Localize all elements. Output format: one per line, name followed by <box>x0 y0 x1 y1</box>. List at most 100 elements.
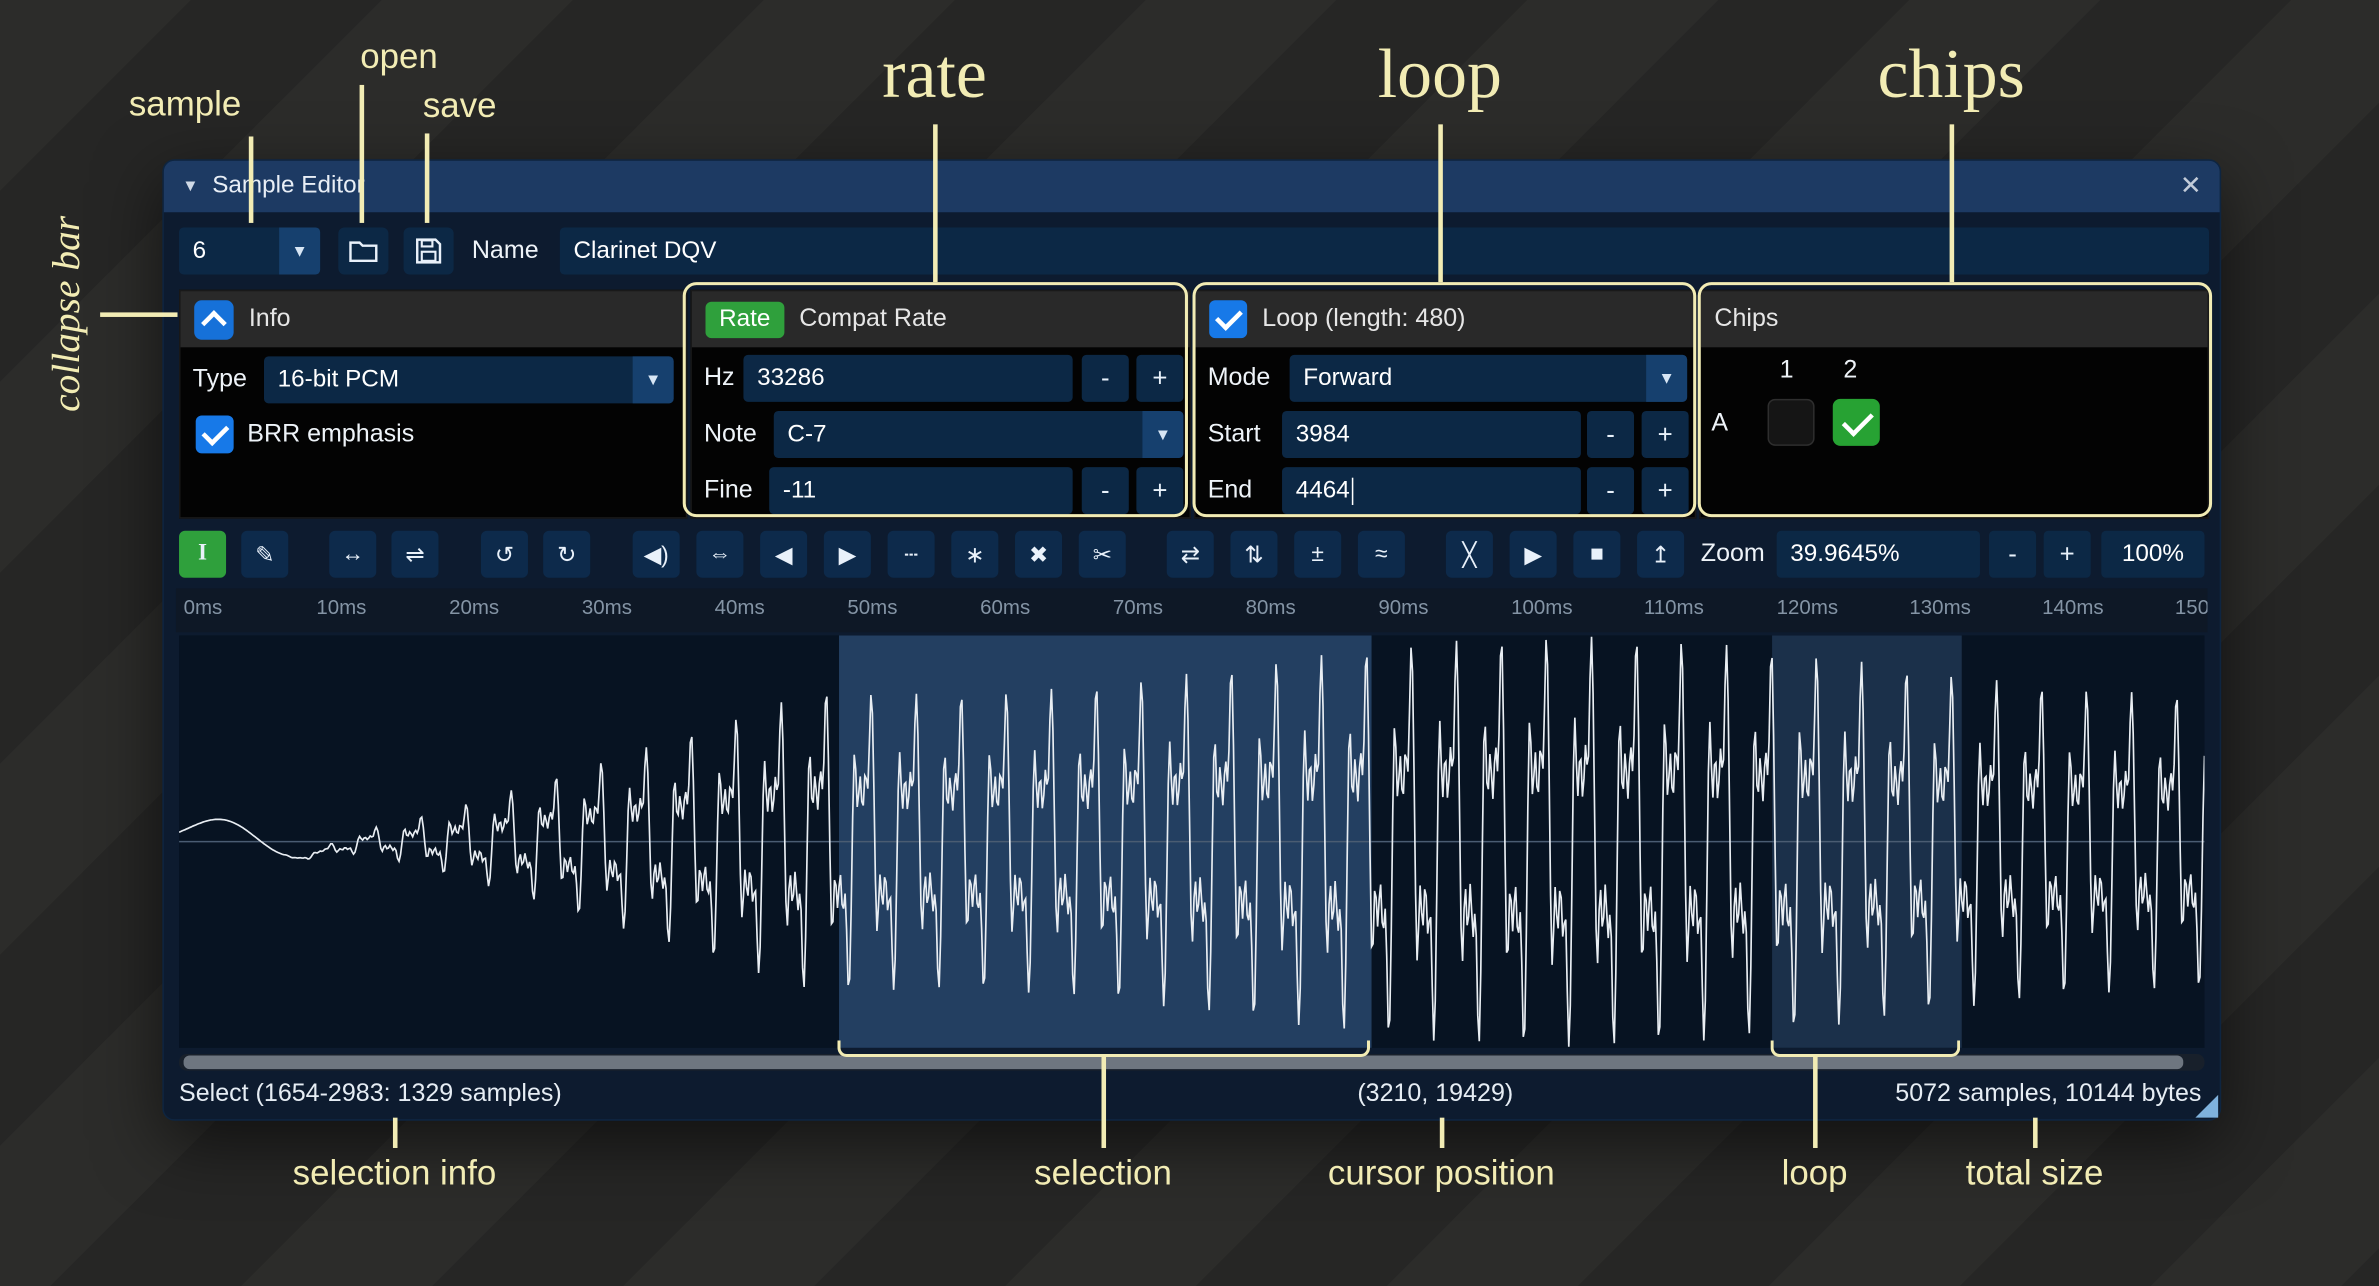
timeline-label: 50ms <box>847 596 897 619</box>
redo-button[interactable]: ↻ <box>543 531 590 578</box>
timeline-label: 60ms <box>980 596 1030 619</box>
resize-button[interactable]: ↔ <box>329 531 376 578</box>
timeline-label: 10ms <box>316 596 366 619</box>
annotation-chips: chips <box>1877 33 2024 113</box>
annotation-line-loop <box>1438 124 1442 282</box>
fade-out-icon: ▶ <box>839 541 857 568</box>
close-icon[interactable]: ✕ <box>2180 171 2202 201</box>
waveform-view[interactable] <box>179 635 2204 1047</box>
timeline-label: 130ms <box>1909 596 1970 619</box>
delete-button[interactable]: ✖ <box>1015 531 1062 578</box>
annotation-line-selection <box>1101 1057 1105 1148</box>
normalize-button[interactable]: ⇔ <box>696 531 743 578</box>
timeline-label: 90ms <box>1378 596 1428 619</box>
resample-button[interactable]: ⇌ <box>391 531 438 578</box>
scrollbar-thumb[interactable] <box>184 1055 2184 1069</box>
invert-icon: ⇅ <box>1244 541 1263 568</box>
preview-stop-button[interactable]: ■ <box>1573 531 1620 578</box>
fade-in-button[interactable]: ◀ <box>760 531 807 578</box>
total-size-text: 5072 samples, 10144 bytes <box>1895 1080 2201 1109</box>
select-tool-icon: I <box>198 541 207 567</box>
timeline-label: 110ms <box>1644 596 1704 619</box>
resize-grip[interactable] <box>2195 1095 2218 1118</box>
floppy-icon <box>416 238 442 264</box>
undo-button[interactable]: ↺ <box>481 531 528 578</box>
filter-icon: ≈ <box>1375 541 1387 567</box>
reverse-icon: ⇄ <box>1181 541 1200 568</box>
name-input[interactable]: Clarinet DQV <box>560 227 2209 274</box>
timeline-label: 40ms <box>715 596 765 619</box>
info-panel: Info Type 16-bit PCM ▼ BRR emphasis <box>179 290 687 519</box>
timeline-label: 120ms <box>1777 596 1838 619</box>
annotation-loop: loop <box>1378 33 1502 113</box>
annotation-line-sample <box>249 136 253 222</box>
save-button[interactable] <box>404 227 454 274</box>
filter-button[interactable]: ≈ <box>1358 531 1405 578</box>
annotation-line-rate <box>933 124 937 282</box>
info-panel-header: Info <box>181 291 686 347</box>
annotation-selection-info: selection info <box>293 1153 497 1194</box>
collapse-icon[interactable] <box>194 300 233 339</box>
annotation-box-loop <box>1193 282 1697 517</box>
chevron-down-icon[interactable]: ▼ <box>633 356 674 403</box>
fade-in-icon: ◀ <box>775 541 793 568</box>
annotation-total-size: total size <box>1966 1153 2104 1194</box>
resize-icon: ↔ <box>341 541 364 567</box>
sign-invert-icon: ± <box>1311 541 1323 567</box>
annotation-bracket-selection <box>837 1040 1370 1057</box>
zoom-out-button[interactable]: - <box>1989 531 2036 578</box>
cursor-position-text: (3210, 19429) <box>1357 1080 1513 1109</box>
window-titlebar[interactable]: ▼ Sample Editor ✕ <box>164 161 2220 213</box>
timeline-label: 80ms <box>1246 596 1296 619</box>
annotation-line-chips <box>1950 124 1954 282</box>
make-instrument-icon: ↥ <box>1651 541 1670 568</box>
undo-icon: ↺ <box>495 541 514 568</box>
preview-play-icon: ▶ <box>1524 541 1542 568</box>
chevron-down-icon[interactable]: ▼ <box>279 227 320 274</box>
annotation-line-open <box>360 85 364 223</box>
normalize-icon: ⇔ <box>709 541 732 567</box>
select-tool-button[interactable]: I <box>179 531 226 578</box>
folder-icon <box>349 240 378 263</box>
timeline-ruler[interactable]: 0ms10ms20ms30ms40ms50ms60ms70ms80ms90ms1… <box>176 588 2208 632</box>
draw-tool-button[interactable]: ✎ <box>241 531 288 578</box>
brr-emphasis-label: BRR emphasis <box>247 411 414 458</box>
name-label: Name <box>472 227 539 274</box>
zoom-input[interactable]: 39.9645% <box>1777 531 1980 578</box>
sign-invert-button[interactable]: ± <box>1294 531 1341 578</box>
annotation-line-total-size <box>2033 1118 2037 1148</box>
timeline-label: 30ms <box>582 596 632 619</box>
type-select[interactable]: 16-bit PCM ▼ <box>264 356 674 403</box>
invert-button[interactable]: ⇅ <box>1230 531 1277 578</box>
apply-silence-button[interactable]: ∗ <box>951 531 998 578</box>
crossfade-button[interactable]: ╳ <box>1446 531 1493 578</box>
window-title: Sample Editor <box>212 173 364 200</box>
annotation-cursor-position: cursor position <box>1328 1153 1555 1194</box>
reverse-button[interactable]: ⇄ <box>1167 531 1214 578</box>
open-button[interactable] <box>338 227 388 274</box>
annotation-line-save <box>425 133 429 222</box>
info-header-label: Info <box>249 305 291 334</box>
annotation-line-collapse-bar <box>100 312 177 316</box>
preview-play-button[interactable]: ▶ <box>1510 531 1557 578</box>
draw-tool-icon: ✎ <box>255 541 274 568</box>
sample-selector[interactable]: 6 ▼ <box>179 227 320 274</box>
brr-emphasis-checkbox[interactable] <box>196 416 234 454</box>
timeline-label: 0ms <box>184 596 223 619</box>
amplify-button[interactable]: ◀) <box>633 531 680 578</box>
zoom-in-button[interactable]: + <box>2044 531 2091 578</box>
annotation-save: save <box>423 85 497 126</box>
make-instrument-button[interactable]: ↥ <box>1637 531 1684 578</box>
window-collapse-icon[interactable]: ▼ <box>182 177 199 195</box>
timeline-label: 140ms <box>2042 596 2103 619</box>
annotation-bracket-loop <box>1771 1040 1961 1057</box>
sample-number: 6 <box>193 237 207 264</box>
insert-silence-button[interactable]: ┄ <box>888 531 935 578</box>
trim-button[interactable]: ✂ <box>1079 531 1126 578</box>
zoom-reset-button[interactable]: 100% <box>2101 531 2204 578</box>
annotation-rate: rate <box>882 33 987 113</box>
fade-out-button[interactable]: ▶ <box>824 531 871 578</box>
delete-icon: ✖ <box>1029 541 1048 568</box>
stage: ▼ Sample Editor ✕ 6 ▼ Name Clarinet DQV <box>0 0 2379 1286</box>
crossfade-icon: ╳ <box>1463 541 1477 568</box>
